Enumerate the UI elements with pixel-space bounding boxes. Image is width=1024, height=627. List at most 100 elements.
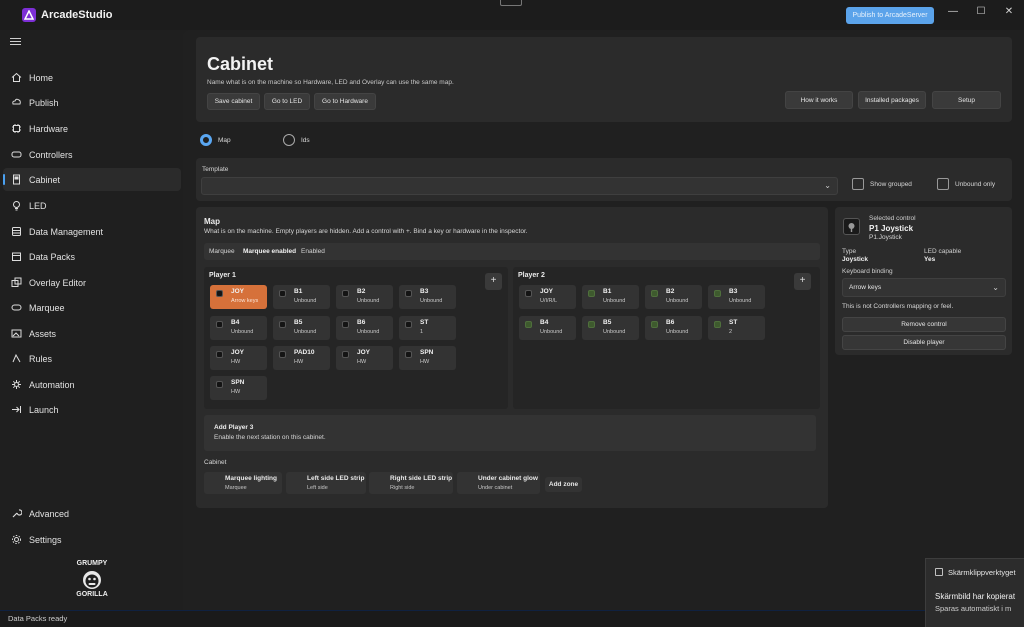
zone-subtitle: Right side [390, 485, 415, 491]
publish-to-server-button[interactable]: Publish to ArcadeServer [846, 7, 934, 24]
control-tile[interactable]: B4 Unbound [210, 316, 267, 340]
sidebar-item-label: Automation [29, 379, 75, 390]
control-tile[interactable]: ST 2 [708, 316, 765, 340]
marquee-icon [10, 302, 22, 314]
control-tile[interactable]: SPN HW [399, 346, 456, 370]
sidebar-item-advanced[interactable]: Advanced [3, 502, 181, 525]
tab-enabled[interactable]: Enabled [301, 248, 325, 255]
control-tile[interactable]: B6 Unbound [336, 316, 393, 340]
bulb-icon [10, 200, 22, 212]
control-tile[interactable]: B5 Unbound [273, 316, 330, 340]
how-it-works-button[interactable]: How it works [785, 91, 853, 109]
tab-marquee-enabled[interactable]: Marquee enabled [243, 248, 296, 255]
control-tile[interactable]: B4 Unbound [519, 316, 576, 340]
control-status: Unbound [357, 298, 380, 304]
sidebar-item-label: Data Packs [29, 251, 76, 262]
sidebar-item-assets[interactable]: Assets [3, 322, 181, 345]
control-tile[interactable]: JOY Arrow keys [210, 285, 267, 309]
snipping-tool-toast[interactable]: Skärmklippverktyget Skärmbild har kopier… [925, 558, 1024, 627]
chevron-down-icon: ⌄ [992, 283, 999, 292]
add-player-card[interactable] [204, 415, 816, 451]
sidebar-item-overlay-editor[interactable]: Overlay Editor [3, 271, 181, 294]
control-tile[interactable]: B1 Unbound [273, 285, 330, 309]
control-status: HW [294, 359, 304, 365]
control-tile[interactable]: JOY HW [210, 346, 267, 370]
unbound-only-checkbox[interactable] [937, 178, 949, 190]
sidebar-item-controllers[interactable]: Controllers [3, 143, 181, 166]
installed-packages-button[interactable]: Installed packages [858, 91, 926, 109]
show-grouped-checkbox[interactable] [852, 178, 864, 190]
control-status: Unbound [540, 329, 563, 335]
control-tile[interactable]: B3 Unbound [399, 285, 456, 309]
radio-map[interactable] [200, 134, 212, 146]
remove-control-button[interactable]: Remove control [842, 317, 1006, 332]
control-tile[interactable]: B2 Unbound [645, 285, 702, 309]
sidebar-item-automation[interactable]: Automation [3, 373, 181, 396]
control-tile[interactable]: B1 Unbound [582, 285, 639, 309]
drag-handle-icon[interactable] [500, 0, 522, 6]
inspector-control-name: P1 Joystick [869, 224, 914, 233]
template-label: Template [202, 166, 229, 173]
sidebar-item-label: Hardware [29, 123, 69, 134]
control-tile[interactable]: B2 Unbound [336, 285, 393, 309]
player2-add-button[interactable]: + [794, 273, 811, 290]
hamburger-menu-icon[interactable] [10, 38, 21, 47]
cabinet-zone[interactable]: Right side LED strip Right side [369, 472, 453, 494]
control-tile[interactable]: SPN HW [210, 376, 267, 400]
sidebar-item-publish[interactable]: Publish [3, 91, 181, 114]
template-select[interactable]: ⌄ [201, 177, 838, 195]
add-zone-button[interactable]: Add zone [545, 477, 582, 492]
go-to-led-button[interactable]: Go to LED [264, 93, 310, 110]
maximize-button[interactable]: ☐ [974, 5, 988, 19]
sidebar-item-rules[interactable]: Rules [3, 347, 181, 370]
minimize-button[interactable]: — [946, 5, 960, 19]
sidebar-item-label: Data Management [29, 226, 104, 237]
sidebar-item-hardware[interactable]: Hardware [3, 117, 181, 140]
sidebar-item-data-management[interactable]: Data Management [3, 220, 181, 243]
control-tile[interactable]: PAD10 HW [273, 346, 330, 370]
control-icon [714, 321, 721, 328]
cabinet-icon [10, 174, 22, 186]
control-name: ST [420, 319, 429, 326]
sidebar-item-cabinet[interactable]: Cabinet [3, 168, 181, 191]
zone-subtitle: Left side [307, 485, 328, 491]
sidebar-item-home[interactable]: Home [3, 66, 181, 89]
control-status: Unbound [294, 329, 317, 335]
control-tile[interactable]: JOY U/I/R/L [519, 285, 576, 309]
keyboard-binding-select[interactable]: Arrow keys ⌄ [842, 278, 1006, 297]
control-tile[interactable]: B3 Unbound [708, 285, 765, 309]
control-status: Unbound [603, 329, 626, 335]
control-icon [279, 351, 286, 358]
control-name: SPN [420, 349, 434, 356]
setup-button[interactable]: Setup [932, 91, 1001, 109]
cabinet-zone[interactable]: Marquee lighting Marquee [204, 472, 282, 494]
radio-ids[interactable] [283, 134, 295, 146]
control-icon [651, 321, 658, 328]
control-tile[interactable]: JOY HW [336, 346, 393, 370]
sidebar-item-launch[interactable]: Launch [3, 398, 181, 421]
radio-map-label: Map [218, 137, 231, 144]
tab-marquee[interactable]: Marquee [209, 248, 235, 255]
control-tile[interactable]: ST 1 [399, 316, 456, 340]
cabinet-zone[interactable]: Left side LED strip Left side [286, 472, 366, 494]
sidebar-item-label: Advanced [29, 508, 70, 519]
player1-add-button[interactable]: + [485, 273, 502, 290]
sidebar-item-marquee[interactable]: Marquee [3, 296, 181, 319]
save-cabinet-button[interactable]: Save cabinet [207, 93, 260, 110]
control-tile[interactable]: B5 Unbound [582, 316, 639, 340]
control-tile[interactable]: B6 Unbound [645, 316, 702, 340]
cabinet-zone[interactable]: Under cabinet glow Under cabinet [457, 472, 540, 494]
inspector-led-value: Yes [924, 256, 936, 263]
disable-player-button[interactable]: Disable player [842, 335, 1006, 350]
go-to-hardware-button[interactable]: Go to Hardware [314, 93, 376, 110]
control-icon [651, 290, 658, 297]
image-icon [10, 328, 22, 340]
control-icon [279, 321, 286, 328]
control-name: B4 [540, 319, 549, 326]
control-status: Unbound [420, 298, 443, 304]
inspector-type-label: Type [842, 248, 857, 255]
close-button[interactable]: ✕ [1002, 5, 1016, 19]
sidebar-item-settings[interactable]: Settings [3, 528, 181, 551]
sidebar-item-led[interactable]: LED [3, 194, 181, 217]
sidebar-item-data-packs[interactable]: Data Packs [3, 245, 181, 268]
